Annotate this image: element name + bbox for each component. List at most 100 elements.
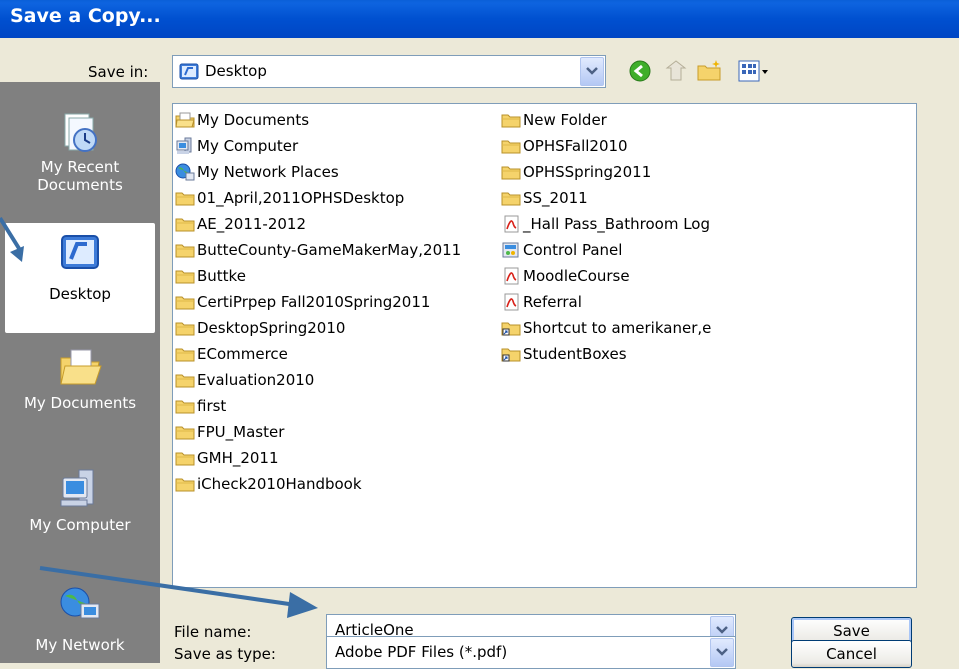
folder-icon — [501, 189, 521, 207]
file-item[interactable]: 01_April,2011OPHSDesktop — [175, 185, 404, 211]
folder-icon — [175, 397, 195, 415]
up-folder-icon[interactable] — [664, 58, 688, 88]
file-item[interactable]: iCheck2010Handbook — [175, 471, 362, 497]
file-item-name: My Documents — [197, 111, 310, 129]
folder-icon — [175, 449, 195, 467]
file-name-label: File name: — [174, 623, 252, 641]
folder-icon — [501, 163, 521, 181]
folder-icon — [501, 137, 521, 155]
file-item[interactable]: Referral — [501, 289, 582, 315]
my-documents-icon — [60, 349, 102, 385]
file-item-name: OPHSSpring2011 — [523, 163, 652, 181]
folder-icon — [175, 215, 195, 233]
save-in-value: Desktop — [205, 62, 267, 80]
file-item[interactable]: SS_2011 — [501, 185, 588, 211]
file-item[interactable]: Evaluation2010 — [175, 367, 314, 393]
file-item[interactable]: My Network Places — [175, 159, 339, 185]
place-label-line1: My Computer — [29, 516, 131, 534]
save-as-type-value: Adobe PDF Files (*.pdf) — [335, 643, 508, 661]
file-item-name: AE_2011-2012 — [197, 215, 306, 233]
file-item-name: Control Panel — [523, 241, 623, 259]
place-label-line1: My Documents — [23, 394, 137, 412]
place-label-line1: Desktop — [49, 285, 111, 303]
file-list[interactable]: My Documents My Computer My Network Places… — [172, 103, 917, 588]
file-item[interactable]: My Documents — [175, 107, 309, 133]
file-item[interactable]: Buttke — [175, 263, 246, 289]
desktop-icon — [61, 235, 99, 269]
file-item[interactable]: My Computer — [175, 133, 298, 159]
file-item[interactable]: Control Panel — [501, 237, 622, 263]
my-computer-icon — [60, 469, 94, 507]
folder-icon — [175, 241, 195, 259]
place-my-network[interactable]: My Network — [0, 582, 160, 654]
file-item-name: GMH_2011 — [197, 449, 279, 467]
computer-icon — [175, 137, 195, 155]
chevron-down-icon — [716, 648, 728, 656]
save-in-label: Save in: — [88, 63, 149, 81]
file-item[interactable]: ECommerce — [175, 341, 288, 367]
places-bar: My Recent Documents Desktop My Documents… — [0, 82, 160, 663]
file-item-name: _Hall Pass_Bathroom Log — [523, 215, 711, 233]
place-label-line1: My Network — [35, 636, 125, 654]
folder-icon — [501, 111, 521, 129]
file-item-name: 01_April,2011OPHSDesktop — [197, 189, 405, 207]
file-item-name: SS_2011 — [523, 189, 588, 207]
file-item[interactable]: GMH_2011 — [175, 445, 279, 471]
back-icon[interactable] — [628, 59, 652, 87]
file-item[interactable]: OPHSSpring2011 — [501, 159, 651, 185]
shortcut-folder-icon — [501, 319, 521, 337]
file-item[interactable]: FPU_Master — [175, 419, 284, 445]
title-bar: Save a Copy... — [0, 0, 959, 38]
folder-icon — [175, 345, 195, 363]
file-item[interactable]: MoodleCourse — [501, 263, 630, 289]
my-network-icon — [60, 587, 100, 619]
cancel-button[interactable]: Cancel — [791, 640, 912, 668]
file-item[interactable]: AE_2011-2012 — [175, 211, 306, 237]
place-my-documents[interactable]: My Documents — [0, 344, 160, 412]
place-label-line1: My Recent — [40, 158, 120, 176]
folder-icon — [175, 371, 195, 389]
save-in-dropdown[interactable]: Desktop — [172, 55, 606, 88]
file-item-name: My Computer — [197, 137, 299, 155]
views-menu-icon[interactable] — [738, 60, 770, 86]
file-item-name: ECommerce — [197, 345, 288, 363]
file-item-name: FPU_Master — [197, 423, 285, 441]
folder-icon — [175, 319, 195, 337]
file-item-name: Evaluation2010 — [197, 371, 315, 389]
file-item-name: My Network Places — [197, 163, 339, 181]
file-item[interactable]: New Folder — [501, 107, 607, 133]
file-item[interactable]: Shortcut to amerikaner,e — [501, 315, 711, 341]
new-folder-icon[interactable] — [696, 58, 724, 88]
file-item-name: Buttke — [197, 267, 246, 285]
controlpanel-icon — [501, 241, 521, 259]
save-as-type-dropdown[interactable]: Adobe PDF Files (*.pdf) — [326, 636, 736, 669]
mydocs-icon — [175, 111, 195, 129]
file-item[interactable]: _Hall Pass_Bathroom Log — [501, 211, 710, 237]
folder-icon — [175, 189, 195, 207]
file-item-name: MoodleCourse — [523, 267, 630, 285]
file-item-name: OPHSFall2010 — [523, 137, 628, 155]
file-item-name: Referral — [523, 293, 582, 311]
place-my-computer[interactable]: My Computer — [0, 466, 160, 534]
folder-icon — [175, 267, 195, 285]
file-item[interactable]: CertiPrpep Fall2010Spring2011 — [175, 289, 430, 315]
desktop-small-icon — [179, 62, 199, 86]
folder-icon — [175, 423, 195, 441]
file-item-name: CertiPrpep Fall2010Spring2011 — [197, 293, 431, 311]
file-item[interactable]: OPHSFall2010 — [501, 133, 628, 159]
window-title: Save a Copy... — [10, 5, 161, 27]
file-item[interactable]: ButteCounty-GameMakerMay,2011 — [175, 237, 461, 263]
save-as-type-label: Save as type: — [174, 645, 276, 663]
place-my-recent-documents[interactable]: My Recent Documents — [0, 110, 160, 194]
file-item[interactable]: DesktopSpring2010 — [175, 315, 345, 341]
file-item-name: StudentBoxes — [523, 345, 627, 363]
place-label-line2: Documents — [37, 176, 123, 194]
file-item-name: first — [197, 397, 227, 415]
file-item[interactable]: first — [175, 393, 226, 419]
file-item-name: Shortcut to amerikaner,e — [523, 319, 712, 337]
save-in-dropdown-button[interactable] — [580, 57, 604, 86]
folder-icon — [175, 475, 195, 493]
place-desktop[interactable]: Desktop — [4, 222, 156, 334]
file-item[interactable]: StudentBoxes — [501, 341, 627, 367]
pdf-file-icon — [501, 215, 521, 233]
